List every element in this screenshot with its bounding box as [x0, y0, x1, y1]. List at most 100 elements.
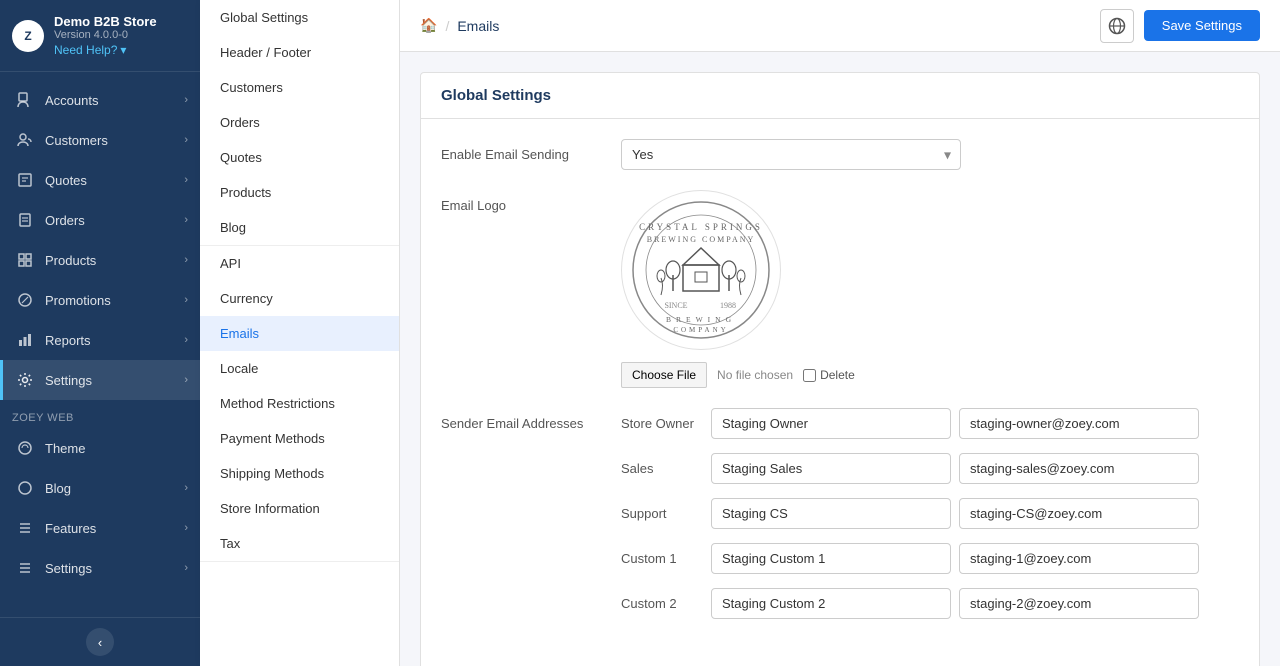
dropdown-item-products-menu[interactable]: Products: [200, 175, 399, 210]
choose-file-button[interactable]: Choose File: [621, 362, 707, 388]
sender-email-label: Sender Email Addresses: [441, 408, 621, 431]
sidebar-settings-label: Settings: [45, 373, 184, 388]
sidebar-item-products[interactable]: Products ›: [0, 240, 200, 280]
globe-button[interactable]: [1100, 9, 1134, 43]
chevron-right-icon: ›: [184, 254, 188, 266]
sender-support-email-input[interactable]: [959, 498, 1199, 529]
web-settings-icon: [15, 558, 35, 578]
top-bar: 🏠 / Emails Save Settings: [400, 0, 1280, 52]
sender-support-label: Support: [621, 506, 711, 521]
dropdown-item-customers-menu[interactable]: Customers: [200, 70, 399, 105]
sidebar: Z Demo B2B Store Version 4.0.0-0 Need He…: [0, 0, 200, 666]
enable-email-select[interactable]: Yes No: [621, 139, 961, 170]
sidebar-item-settings[interactable]: Settings ›: [0, 360, 200, 400]
dropdown-item-locale[interactable]: Locale: [200, 351, 399, 386]
sidebar-item-web-settings[interactable]: Settings ›: [0, 548, 200, 588]
sidebar-promotions-label: Promotions: [45, 293, 184, 308]
sidebar-item-accounts[interactable]: Accounts ›: [0, 80, 200, 120]
sidebar-theme-label: Theme: [45, 441, 188, 456]
dropdown-item-currency[interactable]: Currency: [200, 281, 399, 316]
sender-custom2-email-input[interactable]: [959, 588, 1199, 619]
no-file-text: No file chosen: [717, 368, 793, 382]
svg-text:BREWING: BREWING: [666, 315, 736, 324]
globe-icon: [1108, 17, 1126, 35]
enable-email-row: Enable Email Sending Yes No ▾: [441, 139, 1239, 170]
global-settings-content: Enable Email Sending Yes No ▾ Email Lo: [421, 119, 1259, 666]
dropdown-item-header-footer[interactable]: Header / Footer: [200, 35, 399, 70]
sender-support-name-input[interactable]: [711, 498, 951, 529]
sidebar-logo: Z Demo B2B Store Version 4.0.0-0 Need He…: [0, 0, 200, 72]
sidebar-item-features[interactable]: Features ›: [0, 508, 200, 548]
settings-icon: [15, 370, 35, 390]
email-logo-label: Email Logo: [441, 190, 621, 213]
app-logo: Z: [12, 20, 44, 52]
sender-sales-email-input[interactable]: [959, 453, 1199, 484]
person-icon: [15, 90, 35, 110]
settings-dropdown-menu: Global Settings Header / Footer Customer…: [200, 0, 400, 666]
need-help-link[interactable]: Need Help? ▾: [54, 43, 157, 57]
sender-sales-name-input[interactable]: [711, 453, 951, 484]
sender-row-custom2: Custom 2: [621, 588, 1239, 619]
global-settings-card: Global Settings Enable Email Sending Yes…: [420, 72, 1260, 666]
save-settings-button[interactable]: Save Settings: [1144, 10, 1260, 41]
dropdown-item-tax[interactable]: Tax: [200, 526, 399, 561]
dropdown-item-store-information[interactable]: Store Information: [200, 491, 399, 526]
chevron-right-icon: ›: [184, 294, 188, 306]
sidebar-item-quotes[interactable]: Quotes ›: [0, 160, 200, 200]
sender-owner-email-input[interactable]: [959, 408, 1199, 439]
orders-icon: [15, 210, 35, 230]
blog-icon: [15, 478, 35, 498]
sender-row-custom1: Custom 1: [621, 543, 1239, 574]
home-icon[interactable]: 🏠: [420, 17, 437, 34]
sidebar-web-settings-label: Settings: [45, 561, 184, 576]
sidebar-orders-label: Orders: [45, 213, 184, 228]
sender-custom1-name-input[interactable]: [711, 543, 951, 574]
chevron-right-icon: ›: [184, 94, 188, 106]
delete-checkbox[interactable]: [803, 369, 816, 382]
sender-sales-label: Sales: [621, 461, 711, 476]
collapse-sidebar-button[interactable]: ‹: [86, 628, 114, 656]
quotes-icon: [15, 170, 35, 190]
sender-custom1-email-input[interactable]: [959, 543, 1199, 574]
dropdown-item-orders-menu[interactable]: Orders: [200, 105, 399, 140]
svg-text:CRYSTAL SPRINGS: CRYSTAL SPRINGS: [639, 222, 763, 232]
products-icon: [15, 250, 35, 270]
sidebar-quotes-label: Quotes: [45, 173, 184, 188]
dropdown-item-quotes-menu[interactable]: Quotes: [200, 140, 399, 175]
sidebar-blog-label: Blog: [45, 481, 184, 496]
chevron-right-icon: ›: [184, 214, 188, 226]
svg-text:BREWING COMPANY: BREWING COMPANY: [647, 235, 756, 244]
web-section-label: Zoey Web: [0, 400, 200, 428]
sender-owner-name-input[interactable]: [711, 408, 951, 439]
theme-icon: [15, 438, 35, 458]
dropdown-item-emails[interactable]: Emails: [200, 316, 399, 351]
global-settings-title: Global Settings: [441, 87, 551, 104]
sidebar-collapse: ‹: [0, 617, 200, 666]
sidebar-item-orders[interactable]: Orders ›: [0, 200, 200, 240]
dropdown-item-payment-methods[interactable]: Payment Methods: [200, 421, 399, 456]
sender-email-control: Store Owner Sales Support: [621, 408, 1239, 633]
store-version: Version 4.0.0-0: [54, 29, 157, 41]
dropdown-item-global-settings[interactable]: Global Settings: [200, 0, 399, 35]
dropdown-item-blog-menu[interactable]: Blog: [200, 210, 399, 245]
breadcrumb: 🏠 / Emails: [420, 17, 499, 34]
dropdown-item-api[interactable]: API: [200, 246, 399, 281]
sidebar-item-promotions[interactable]: Promotions ›: [0, 280, 200, 320]
dropdown-item-shipping-methods[interactable]: Shipping Methods: [200, 456, 399, 491]
dropdown-item-method-restrictions[interactable]: Method Restrictions: [200, 386, 399, 421]
email-logo-control: CRYSTAL SPRINGS BREWING COMPANY: [621, 190, 1239, 388]
sidebar-item-customers[interactable]: Customers ›: [0, 120, 200, 160]
dropdown-bottom-section: API Currency Emails Locale Method Restri…: [200, 246, 399, 562]
email-logo-section: CRYSTAL SPRINGS BREWING COMPANY: [621, 190, 1239, 388]
chevron-right-icon: ›: [184, 562, 188, 574]
svg-text:1988: 1988: [720, 301, 736, 310]
sidebar-item-blog[interactable]: Blog ›: [0, 468, 200, 508]
sender-row-support: Support: [621, 498, 1239, 529]
sidebar-nav: Accounts › Customers › Quo: [0, 72, 200, 617]
chevron-right-icon: ›: [184, 134, 188, 146]
sidebar-reports-label: Reports: [45, 333, 184, 348]
sidebar-item-theme[interactable]: Theme: [0, 428, 200, 468]
sender-custom2-name-input[interactable]: [711, 588, 951, 619]
chevron-right-icon: ›: [184, 174, 188, 186]
sidebar-item-reports[interactable]: Reports ›: [0, 320, 200, 360]
